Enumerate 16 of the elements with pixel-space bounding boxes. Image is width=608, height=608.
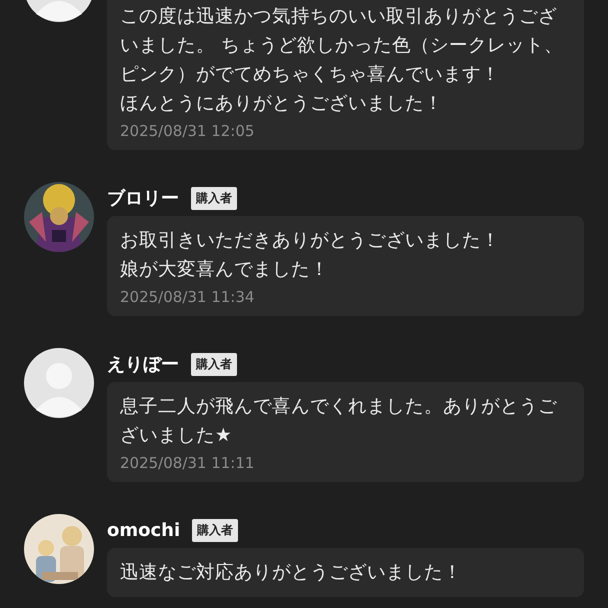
comment-date: 2025/08/31 11:34 [120, 288, 256, 306]
comment-date: 2025/08/31 11:11 [120, 454, 256, 472]
user-name[interactable]: omochi [107, 520, 180, 540]
comment-text: この度は迅速かつ気持ちのいい取引ありがとうございました。 ちょうど欲しかった色（シークレット、ピンク）がでてめちゃくちゃ喜んでいます！ [120, 5, 564, 87]
comment-text: 息子二人が飛んで喜んでくれました。ありがとうございました★ [120, 395, 558, 448]
buyer-badge: 購入者 [191, 352, 237, 376]
comment-date: 2025/08/31 12:05 [120, 122, 256, 140]
buyer-badge: 購入者 [192, 518, 238, 542]
avatar-icon [24, 348, 94, 418]
buyer-badge: 購入者 [191, 186, 237, 210]
user-name[interactable]: えりぼー [107, 352, 179, 376]
user-name[interactable]: ブロリー [107, 186, 179, 210]
comment-text: 娘が大変喜んでました！ [120, 258, 330, 282]
comment-text: ほんとうにありがとうございました！ [120, 92, 444, 116]
comment-text: 迅速なご対応ありがとうございました！ [120, 561, 463, 585]
comment-text: お取引きいただきありがとうございました！ [120, 229, 501, 253]
